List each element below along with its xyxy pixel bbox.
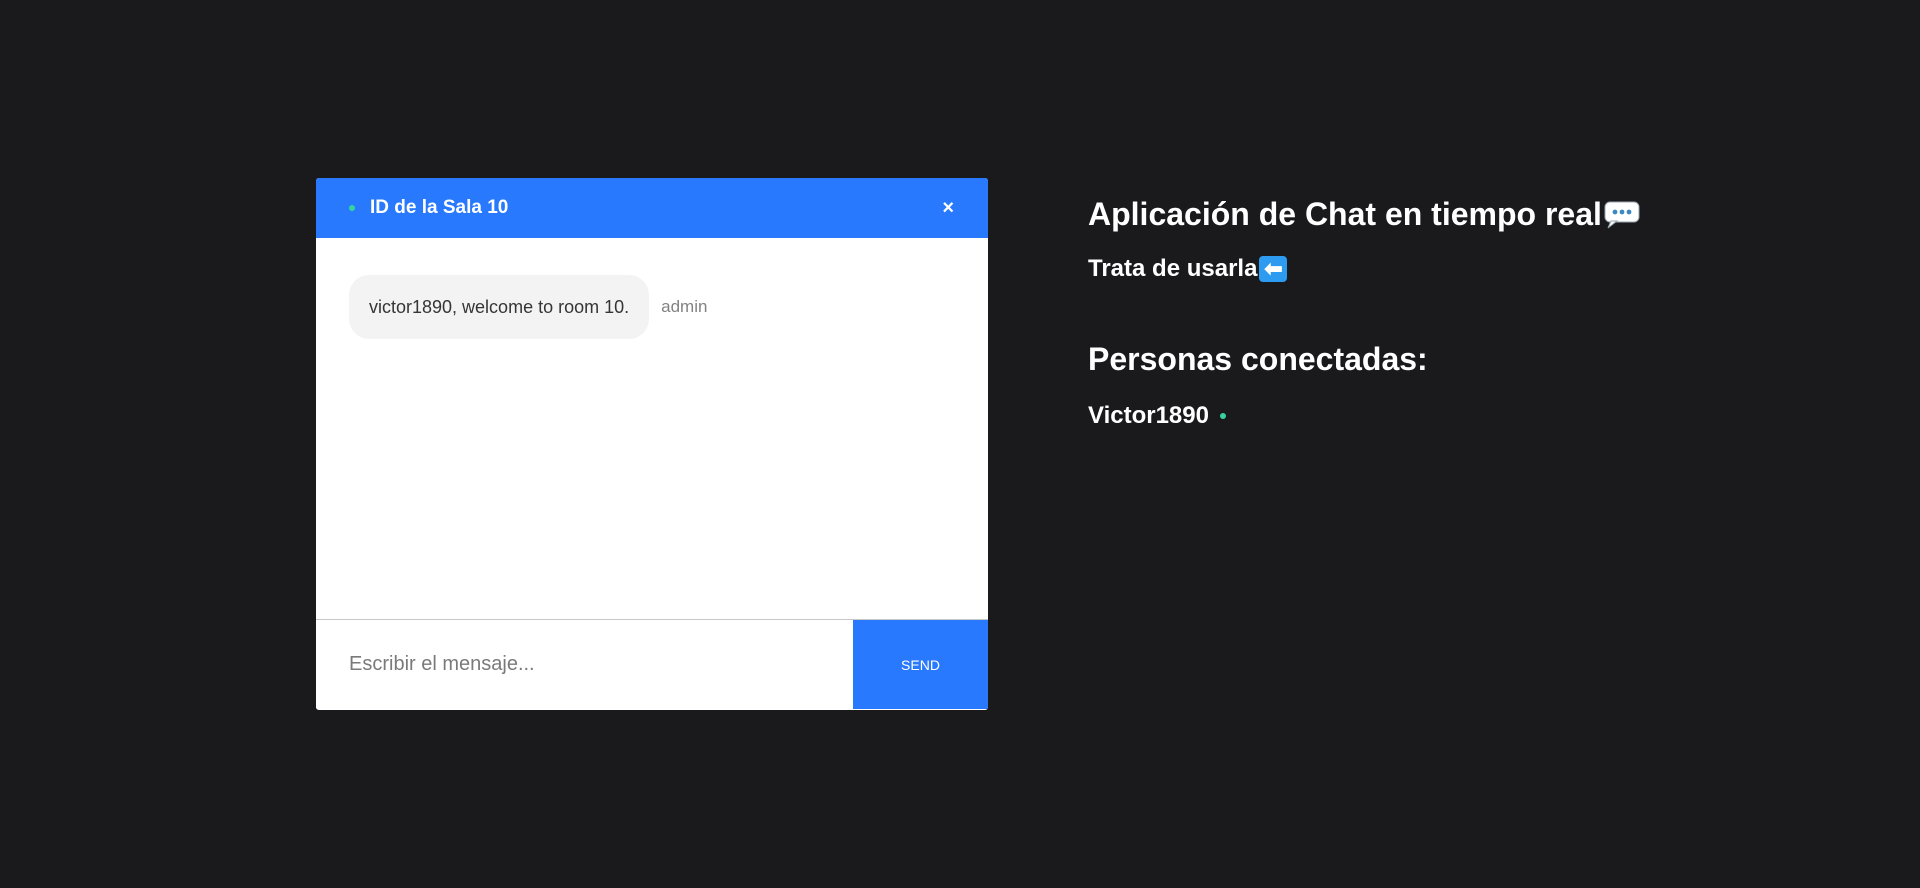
chat-window: ID de la Sala 10 × victor1890, welcome t… <box>316 178 988 710</box>
message-input[interactable] <box>316 620 853 709</box>
chat-header: ID de la Sala 10 × <box>316 178 988 238</box>
room-title: ID de la Sala 10 <box>370 197 509 218</box>
info-panel: Aplicación de Chat en tiempo real Trata … <box>1088 196 1640 430</box>
message-composer: Send <box>316 620 988 709</box>
connected-users-heading: Personas conectadas: <box>1088 341 1428 377</box>
message-item: victor1890, welcome to room 10. admin <box>349 275 955 339</box>
left-arrow-icon: ⬅ <box>1259 256 1288 282</box>
messages-list[interactable]: victor1890, welcome to room 10. admin <box>316 238 988 620</box>
speech-balloon-icon <box>1604 200 1640 230</box>
subtitle-text: Trata de usarla <box>1088 255 1258 282</box>
page: ID de la Sala 10 × victor1890, welcome t… <box>0 0 1920 888</box>
connected-user-item: Victor1890 <box>1088 402 1640 430</box>
close-icon[interactable]: × <box>942 198 954 218</box>
subtitle: Trata de usarla ⬅ <box>1088 255 1640 283</box>
online-status-icon <box>1219 413 1226 419</box>
send-button[interactable]: Send <box>853 620 988 709</box>
message-sender: admin <box>661 297 708 316</box>
online-status-icon <box>349 205 355 211</box>
message-text: victor1890, welcome to room 10. <box>369 296 630 317</box>
message-bubble: victor1890, welcome to room 10. <box>349 275 650 339</box>
connected-user-name: Victor1890 <box>1088 402 1209 429</box>
app-title-text: Aplicación de Chat en tiempo real <box>1088 196 1602 232</box>
app-title: Aplicación de Chat en tiempo real <box>1088 196 1640 233</box>
